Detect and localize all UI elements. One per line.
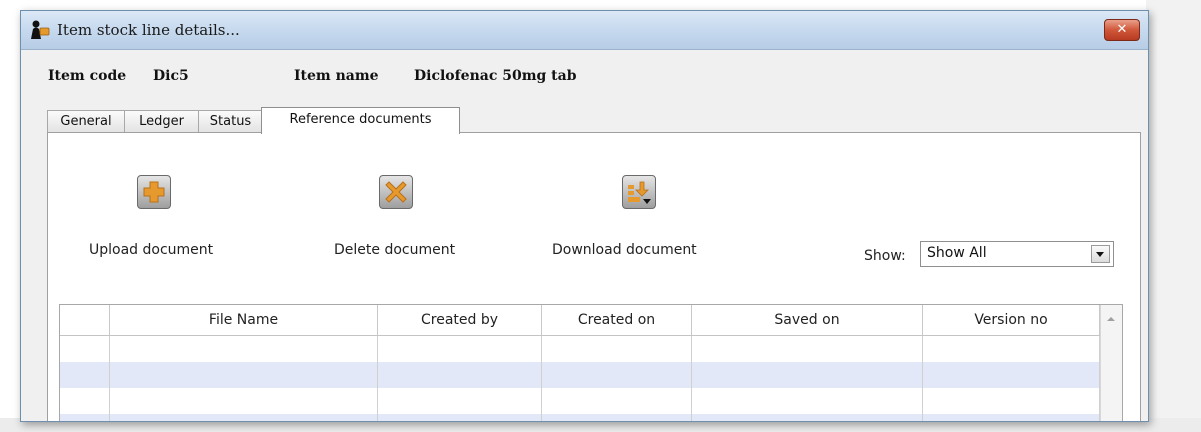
item-name-value: Diclofenac 50mg tab (414, 68, 577, 84)
documents-table: File Name Created by Created on Saved on… (59, 304, 1123, 421)
table-vertical-scrollbar[interactable] (1100, 305, 1122, 421)
tab-reference-documents-label: Reference documents (289, 112, 432, 127)
plus-icon (143, 181, 165, 203)
item-code-value: Dic5 (153, 68, 189, 84)
title-bar[interactable]: Item stock line details... ✕ (21, 11, 1148, 50)
column-header-saved-on[interactable]: Saved on (692, 305, 923, 335)
close-icon: ✕ (1116, 22, 1128, 37)
column-header-created-by[interactable]: Created by (378, 305, 542, 335)
download-document-label[interactable]: Download document (552, 242, 697, 258)
scroll-up-arrow-icon[interactable] (1107, 317, 1115, 321)
tab-status[interactable]: Status (198, 110, 263, 132)
x-icon (385, 181, 407, 203)
table-row[interactable] (60, 336, 1100, 362)
column-header-selector (60, 305, 110, 335)
tab-general-label: General (60, 114, 112, 129)
chevron-down-icon[interactable] (1091, 245, 1110, 263)
close-button[interactable]: ✕ (1104, 19, 1140, 41)
table-header: File Name Created by Created on Saved on… (60, 305, 1100, 336)
tab-ledger[interactable]: Ledger (124, 110, 199, 132)
download-icon (628, 181, 651, 204)
show-filter-label: Show: (864, 248, 906, 264)
upload-document-label[interactable]: Upload document (89, 242, 213, 258)
show-filter-select[interactable]: Show All (920, 241, 1114, 267)
column-header-file-name[interactable]: File Name (110, 305, 378, 335)
item-name-label: Item name (294, 68, 379, 84)
delete-document-label[interactable]: Delete document (334, 242, 455, 258)
table-row[interactable] (60, 362, 1100, 388)
show-filter-value: Show All (927, 245, 987, 261)
column-header-created-on[interactable]: Created on (542, 305, 692, 335)
window-title: Item stock line details... (57, 21, 240, 39)
delete-document-button[interactable] (379, 175, 413, 209)
dialog-window: Item stock line details... ✕ Item code D… (20, 10, 1149, 422)
tab-ledger-label: Ledger (139, 114, 184, 129)
upload-document-button[interactable] (137, 175, 171, 209)
tab-reference-documents[interactable]: Reference documents (261, 107, 460, 134)
tab-status-label: Status (209, 114, 252, 129)
item-code-label: Item code (48, 68, 127, 84)
app-figure-icon (28, 20, 50, 40)
tab-general[interactable]: General (47, 110, 125, 132)
table-row[interactable] (60, 388, 1100, 414)
download-document-button[interactable] (622, 175, 656, 209)
column-header-version-no[interactable]: Version no (923, 305, 1100, 335)
background-window-edge (1146, 0, 1201, 432)
table-row[interactable] (60, 414, 1100, 421)
